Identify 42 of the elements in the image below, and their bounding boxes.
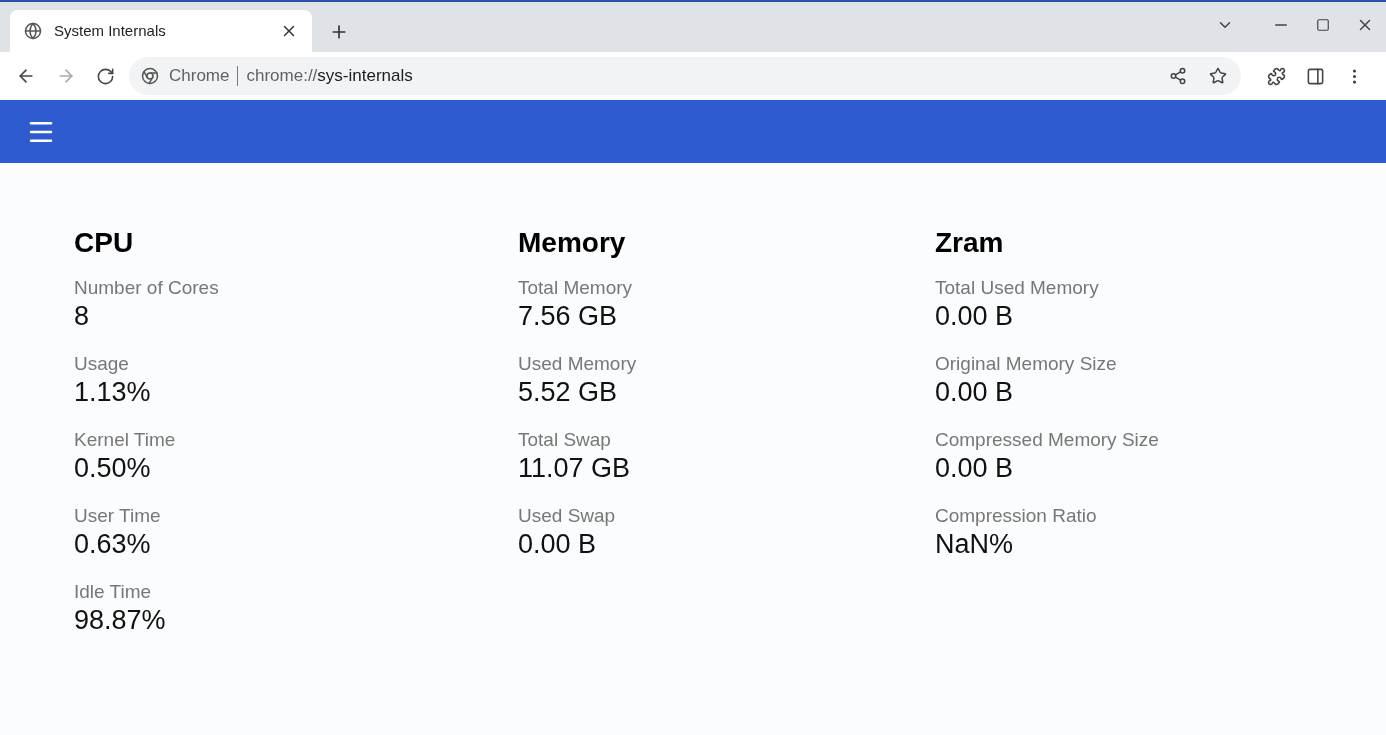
stat-label: Compression Ratio [935,505,1097,527]
stat-value: 8 [74,300,90,333]
stat-label: Original Memory Size [935,353,1117,375]
stat-value: 0.50% [74,452,151,485]
address-bar[interactable]: Chrome chrome://sys-internals [129,57,1241,95]
stat-value: 0.00 B [935,300,1014,333]
stat-value: 5.52 GB [518,376,618,409]
stat-label: Number of Cores [74,277,219,299]
section-title: Memory [518,226,626,260]
browser-tab[interactable]: System Internals [10,10,312,52]
stat-label: Used Memory [518,353,637,375]
chrome-logo-icon [141,67,159,85]
stat-label: Total Swap [518,429,611,451]
side-panel-icon[interactable] [1306,66,1325,86]
reload-icon[interactable] [96,66,115,86]
stat-value: 7.56 GB [518,300,618,333]
stat-value: 98.87% [74,604,166,637]
stat-label: Idle Time [74,581,152,603]
stat-value: NaN% [935,528,1014,561]
tab-title: System Internals [54,20,167,41]
extensions-icon[interactable] [1267,66,1286,86]
stat-label: Kernel Time [74,429,176,451]
stat-label: User Time [74,505,161,527]
globe-icon [24,22,42,40]
site-label: Chrome [169,65,230,88]
stat-value: 1.13% [74,376,151,409]
stat-value: 0.63% [74,528,151,561]
maximize-icon[interactable] [1316,18,1330,32]
share-icon[interactable] [1169,67,1187,85]
stat-label: Total Used Memory [935,277,1099,299]
url-text: chrome://sys-internals [246,65,413,88]
stat-value: 11.07 GB [518,452,631,485]
stat-value: 0.00 B [935,376,1014,409]
stat-label: Usage [74,353,129,375]
section-title: Zram [935,226,1004,260]
stat-value: 0.00 B [935,452,1014,485]
section-title: CPU [74,226,134,260]
stat-label: Used Swap [518,505,616,527]
stat-label: Compressed Memory Size [935,429,1159,451]
stat-value: 0.00 B [518,528,597,561]
star-icon[interactable] [1209,67,1227,85]
stat-label: Total Memory [518,277,633,299]
